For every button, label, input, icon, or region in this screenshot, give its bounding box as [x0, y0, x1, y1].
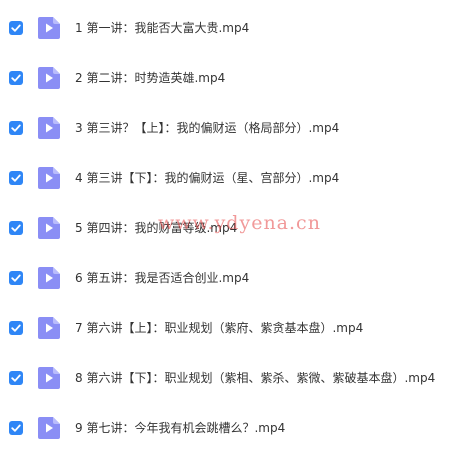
file-name[interactable]: 8 第六讲【下】：职业规划（紫相、紫杀、紫微、紫破基本盘）.mp4	[75, 368, 435, 388]
checkmark-icon	[11, 424, 21, 432]
video-file-icon	[38, 17, 60, 39]
file-checkbox[interactable]	[9, 171, 23, 185]
file-checkbox[interactable]	[9, 121, 23, 135]
video-file-icon	[38, 417, 60, 439]
file-checkbox[interactable]	[9, 271, 23, 285]
file-row[interactable]: 6 第五讲：我是否适合创业.mp4	[0, 253, 461, 303]
file-name[interactable]: 6 第五讲：我是否适合创业.mp4	[75, 268, 249, 288]
file-name[interactable]: 5 第四讲：我的财富等级.mp4	[75, 218, 237, 238]
checkmark-icon	[11, 274, 21, 282]
file-list: 1 第一讲：我能否大富大贵.mp4 2 第二讲：时势造英雄.mp4 3 第三讲？…	[0, 3, 461, 453]
file-row[interactable]: 1 第一讲：我能否大富大贵.mp4	[0, 3, 461, 53]
file-row[interactable]: 5 第四讲：我的财富等级.mp4	[0, 203, 461, 253]
file-row[interactable]: 7 第六讲【上】：职业规划（紫府、紫贪基本盘）.mp4	[0, 303, 461, 353]
file-checkbox[interactable]	[9, 21, 23, 35]
checkmark-icon	[11, 24, 21, 32]
file-checkbox[interactable]	[9, 321, 23, 335]
file-row[interactable]: 2 第二讲：时势造英雄.mp4	[0, 53, 461, 103]
file-checkbox[interactable]	[9, 71, 23, 85]
video-file-icon	[38, 367, 60, 389]
file-name[interactable]: 4 第三讲【下】：我的偏财运（星、宫部分）.mp4	[75, 168, 339, 188]
checkmark-icon	[11, 374, 21, 382]
video-file-icon	[38, 317, 60, 339]
video-file-icon	[38, 167, 60, 189]
video-file-icon	[38, 67, 60, 89]
file-checkbox[interactable]	[9, 421, 23, 435]
checkmark-icon	[11, 224, 21, 232]
file-name[interactable]: 9 第七讲：今年我有机会跳槽么？.mp4	[75, 418, 285, 438]
checkmark-icon	[11, 124, 21, 132]
checkmark-icon	[11, 174, 21, 182]
file-row[interactable]: 3 第三讲？【上】：我的偏财运（格局部分）.mp4	[0, 103, 461, 153]
file-row[interactable]: 8 第六讲【下】：职业规划（紫相、紫杀、紫微、紫破基本盘）.mp4	[0, 353, 461, 403]
file-checkbox[interactable]	[9, 371, 23, 385]
file-row[interactable]: 9 第七讲：今年我有机会跳槽么？.mp4	[0, 403, 461, 453]
file-name[interactable]: 1 第一讲：我能否大富大贵.mp4	[75, 18, 249, 38]
file-name[interactable]: 2 第二讲：时势造英雄.mp4	[75, 68, 225, 88]
file-name[interactable]: 3 第三讲？【上】：我的偏财运（格局部分）.mp4	[75, 118, 339, 138]
video-file-icon	[38, 117, 60, 139]
checkmark-icon	[11, 324, 21, 332]
file-checkbox[interactable]	[9, 221, 23, 235]
checkmark-icon	[11, 74, 21, 82]
video-file-icon	[38, 267, 60, 289]
file-row[interactable]: 4 第三讲【下】：我的偏财运（星、宫部分）.mp4	[0, 153, 461, 203]
file-name[interactable]: 7 第六讲【上】：职业规划（紫府、紫贪基本盘）.mp4	[75, 318, 363, 338]
video-file-icon	[38, 217, 60, 239]
